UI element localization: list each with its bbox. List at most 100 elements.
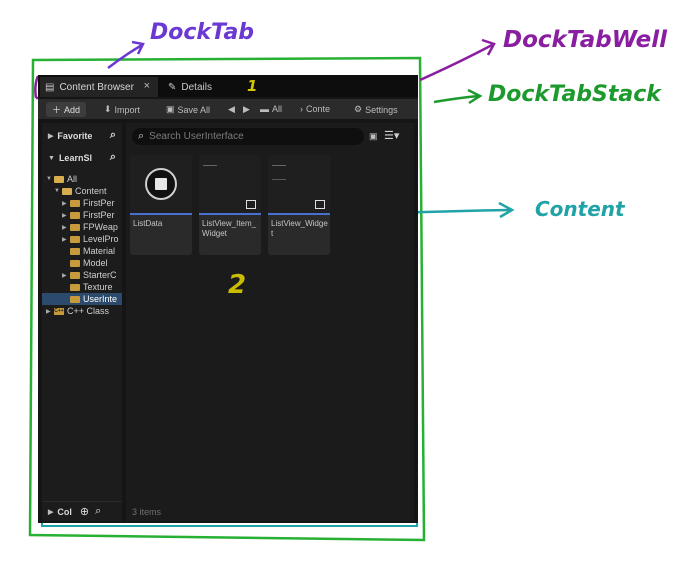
path-all-label: All <box>272 104 283 114</box>
import-label: Import <box>114 104 141 115</box>
chevron-right-icon: ▶ <box>62 200 67 207</box>
tree-item-all[interactable]: ▼ All <box>42 173 122 185</box>
tab-content-browser[interactable]: ▤ Content Browser × <box>40 77 158 97</box>
tree-item-label: UserInte <box>83 294 118 304</box>
tree-item-fpweapon[interactable]: ▶ FPWeap <box>42 221 122 233</box>
filter-icon[interactable]: ☰▾ <box>384 129 399 142</box>
save-all-button[interactable]: ▣ Save All <box>166 104 210 115</box>
data-asset-icon <box>145 168 177 200</box>
tree-item-label: FPWeap <box>83 222 118 232</box>
asset-name: ListData <box>133 219 163 228</box>
dock-tab-stack-annotation: DockTabStack <box>488 82 661 107</box>
tree-item-label: Content <box>75 186 107 196</box>
dock-tab-stack-arrow <box>433 88 483 105</box>
search-icon[interactable]: ⌕ <box>110 151 116 164</box>
folder-open-icon <box>62 187 72 195</box>
tree-item-content[interactable]: ▼ Content <box>42 185 122 197</box>
save-icon: ▣ <box>166 104 175 114</box>
chevron-right-icon: ▶ <box>62 212 67 219</box>
asset-thumbnail <box>130 155 192 213</box>
dock-tab-arrow <box>107 40 145 69</box>
tree-item-levelprototyping[interactable]: ▶ LevelPro <box>42 233 122 245</box>
tree-item-label: FirstPer <box>83 198 115 208</box>
folder-open-icon <box>54 175 64 183</box>
marker-one: 1 <box>247 77 258 95</box>
tree-item-label: C++ Class <box>67 306 110 316</box>
tree-item-firstperson[interactable]: ▶ FirstPer <box>42 197 122 209</box>
history-forward-button[interactable]: ▶ <box>243 104 253 115</box>
plus-icon: ＋ <box>52 105 62 115</box>
asset-tile[interactable]: ListData <box>130 155 192 255</box>
folder-icon <box>70 223 80 231</box>
search-icon[interactable]: ⌕ <box>110 129 116 142</box>
content-browser-toolbar: ＋ Add ⬇ Import ▣ Save All ◀ ▶ ▬ All › Conte ⚙… <box>38 99 418 119</box>
search-icon: ⌕ <box>138 130 145 142</box>
tree-item-label: LevelPro <box>83 234 119 244</box>
dock-tab-well-arrow <box>419 38 496 82</box>
tree-item-textures[interactable]: Texture <box>42 281 122 293</box>
folder-icon <box>70 271 80 279</box>
add-label: Add <box>64 104 81 115</box>
add-button[interactable]: ＋ Add <box>46 102 87 117</box>
import-button[interactable]: ⬇ Import <box>104 104 140 115</box>
widget-blueprint-icon <box>315 200 325 209</box>
asset-thumbnail <box>199 155 261 213</box>
folder-icon <box>70 235 80 243</box>
settings-button[interactable]: ⚙ Settings <box>354 104 398 115</box>
favorites-section-header[interactable]: ▶ Favorite ⌕ <box>42 127 122 145</box>
tab-label: Details <box>181 81 212 93</box>
collections-section-header[interactable]: ▶ Col ⊕ ⌕ <box>42 501 122 521</box>
folder-icon <box>70 211 80 219</box>
tree-item-label: All <box>67 174 78 184</box>
tree-item-firstperson-arms[interactable]: ▶ FirstPer <box>42 209 122 221</box>
collections-label: Col <box>57 506 72 517</box>
dock-tab-annotation: DockTab <box>150 20 255 45</box>
gear-icon: ⚙ <box>354 104 363 114</box>
tree-item-label: Model <box>83 258 108 268</box>
search-icon[interactable]: ⌕ <box>95 505 101 518</box>
tree-item-cpp-classes[interactable]: ▶ C++ C++ Class <box>42 305 122 317</box>
asset-tile[interactable]: ListView_Item_Widget <box>199 155 261 255</box>
folder-icon <box>70 295 80 303</box>
history-back-button[interactable]: ◀ <box>228 104 238 115</box>
folder-icon <box>70 199 80 207</box>
tree-item-startercontent[interactable]: ▶ StarterC <box>42 269 122 281</box>
asset-tile[interactable]: ListView_Widget <box>268 155 330 255</box>
chevron-right-icon: ▶ <box>62 272 67 279</box>
tree-item-materials[interactable]: Material <box>42 245 122 257</box>
tree-item-label: Texture <box>83 282 113 292</box>
dock-tab-well: ▤ Content Browser × ✎ Details <box>38 75 418 97</box>
chevron-right-icon: ▶ <box>48 133 54 140</box>
chevron-down-icon: ▼ <box>46 176 52 182</box>
save-all-label: Save All <box>177 104 211 115</box>
close-icon[interactable]: × <box>144 80 150 92</box>
chevron-right-icon: ▶ <box>62 224 67 231</box>
tab-details[interactable]: ✎ Details <box>164 77 244 97</box>
search-input[interactable]: ⌕ Search UserInterface <box>132 128 364 145</box>
chevron-right-icon: ▶ <box>46 308 51 315</box>
project-section-header[interactable]: ▼ LearnSl ⌕ <box>42 149 122 167</box>
favorites-label: Favorite <box>57 131 93 141</box>
save-search-icon[interactable]: ▣ <box>369 131 378 142</box>
item-count: 3 items <box>132 507 162 517</box>
chevron-right-icon: ▶ <box>48 508 54 516</box>
widget-blueprint-icon <box>246 200 256 209</box>
path-content-button[interactable]: › Conte <box>300 104 330 114</box>
asset-view: ⌕ Search UserInterface ▣ ☰▾ ListData Lis… <box>126 123 414 521</box>
import-icon: ⬇ <box>104 104 112 114</box>
tree-item-label: StarterC <box>83 270 117 280</box>
asset-thumbnail <box>268 155 330 213</box>
tree-item-userinterface[interactable]: UserInte <box>42 293 122 305</box>
folder-icon <box>70 259 80 267</box>
content-annotation: Content <box>535 197 625 221</box>
chevron-right-icon: ▶ <box>62 236 67 243</box>
add-collection-icon[interactable]: ⊕ <box>80 505 89 518</box>
chevron-down-icon: ▼ <box>54 188 60 194</box>
cpp-folder-icon: C++ <box>54 307 64 315</box>
tree-item-model[interactable]: Model <box>42 257 122 269</box>
chevron-down-icon: ▼ <box>48 154 55 162</box>
chevron-right-icon: › <box>300 104 303 114</box>
tab-label: Content Browser <box>59 81 134 93</box>
folder-icon: ▤ <box>45 81 55 93</box>
path-all-button[interactable]: ▬ All <box>260 104 282 114</box>
